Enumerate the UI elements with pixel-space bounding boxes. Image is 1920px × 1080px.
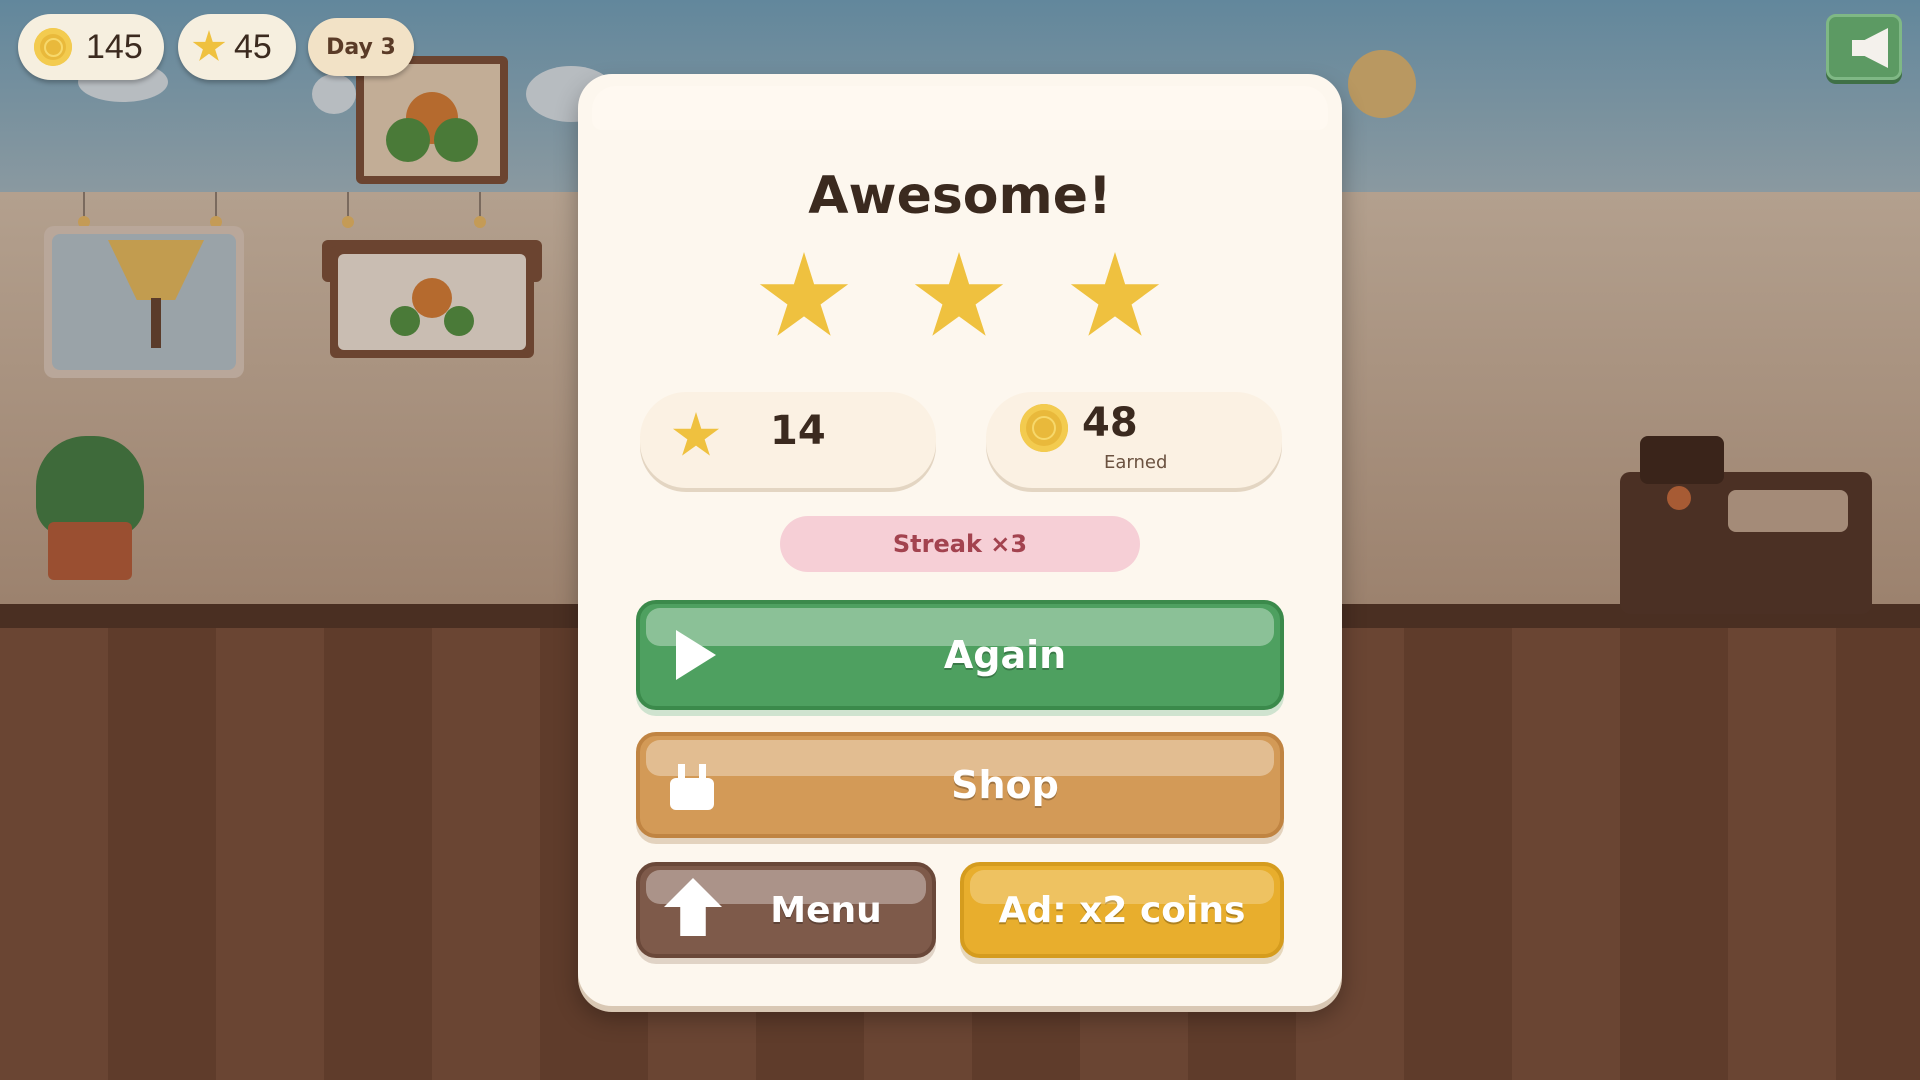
ad-button-gloss (970, 870, 1274, 904)
coins-earned-label: Earned (1104, 452, 1168, 473)
shopping-bag-icon (670, 764, 714, 810)
coin-icon (1020, 404, 1068, 452)
again-button-gloss (646, 608, 1274, 646)
coin-icon (34, 28, 72, 66)
day-label: Day 3 (326, 34, 396, 60)
cloud (312, 74, 356, 114)
sign-fruit (444, 306, 474, 336)
dialog-header-band (592, 86, 1328, 130)
sign-fruit (390, 306, 420, 336)
streak-badge: Streak ×3 (780, 516, 1140, 572)
star-counter: 45 (178, 14, 296, 80)
plant-pot (48, 522, 132, 580)
shop-button-gloss (646, 740, 1274, 776)
picture-fruit (434, 118, 478, 162)
stars-score: 14 (770, 408, 826, 454)
sun (1348, 50, 1416, 118)
results-title: Awesome! (808, 166, 1112, 226)
star-icon (192, 30, 226, 61)
coin-counter: 145 (18, 14, 164, 80)
hook (474, 216, 486, 228)
cabinet-box (1640, 436, 1724, 484)
streak-label: Streak ×3 (892, 530, 1028, 558)
cabinet-panel (1728, 490, 1848, 532)
cabinet-knob (1667, 486, 1691, 510)
lamp-pole (151, 298, 161, 348)
coin-count: 145 (86, 27, 143, 66)
picture-fruit (386, 118, 430, 162)
coins-earned: 48 (1082, 400, 1138, 446)
hook (342, 216, 354, 228)
potted-plant (36, 436, 144, 536)
day-badge: Day 3 (308, 18, 414, 76)
star-count: 45 (234, 27, 272, 66)
